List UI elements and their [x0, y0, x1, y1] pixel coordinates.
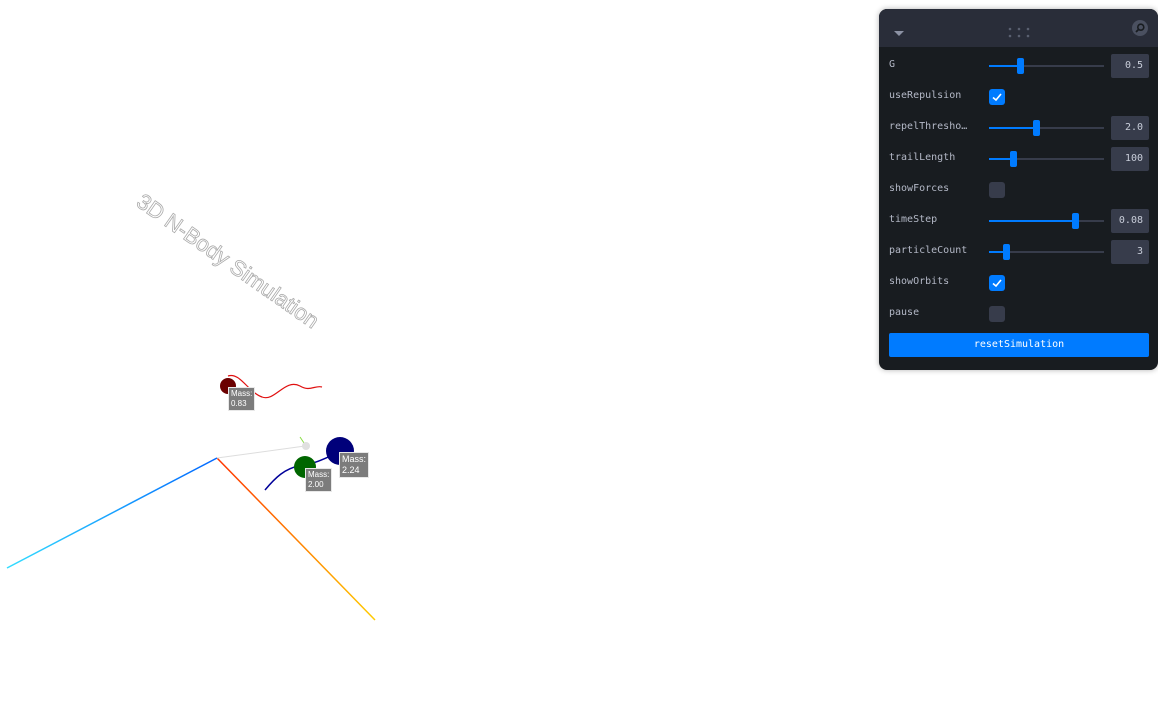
repel-threshold-slider[interactable] [989, 120, 1104, 136]
mass-value: 2.00 [308, 480, 324, 489]
show-orbits-checkbox[interactable] [989, 275, 1005, 291]
particle-count-slider[interactable] [989, 244, 1104, 260]
control-label: trailLength [889, 152, 956, 163]
trail-length-slider[interactable] [989, 151, 1104, 167]
particle-count-value-input[interactable]: 3 [1111, 240, 1149, 264]
control-trail-length: trailLength 100 [889, 147, 1149, 171]
pause-checkbox[interactable] [989, 306, 1005, 322]
control-label: particleCount [889, 245, 968, 256]
show-forces-checkbox[interactable] [989, 182, 1005, 198]
green-body-mass-label: Mass: 2.00 [305, 468, 333, 492]
small-white-body [302, 442, 310, 450]
control-time-step: timeStep 0.08 [889, 209, 1149, 233]
g-value-input[interactable]: 0.5 [1111, 54, 1149, 78]
mass-value: 2.24 [342, 465, 360, 475]
scene-title: 3D N-Body Simulation [132, 189, 324, 334]
use-repulsion-checkbox[interactable] [989, 89, 1005, 105]
control-label: showForces [889, 183, 950, 194]
control-label: G [889, 59, 896, 70]
checkmark-icon [992, 279, 1002, 288]
mass-label-text: Mass: [342, 454, 367, 464]
control-g: G 0.5 [889, 54, 1149, 78]
drag-handle-icon[interactable] [1007, 23, 1031, 38]
panel-header [879, 9, 1158, 47]
control-pause: pause [889, 302, 1149, 326]
search-icon[interactable] [1132, 20, 1148, 36]
chevron-down-icon[interactable] [893, 23, 905, 36]
control-show-forces: showForces [889, 178, 1149, 202]
slider-thumb[interactable] [1033, 120, 1041, 136]
trail-length-value-input[interactable]: 100 [1111, 147, 1149, 171]
red-body-mass-label: Mass: 0.83 [228, 387, 256, 411]
control-particle-count: particleCount 3 [889, 240, 1149, 264]
time-step-value-input[interactable]: 0.08 [1111, 209, 1149, 233]
reference-line [216, 445, 306, 459]
time-step-slider[interactable] [989, 213, 1104, 229]
control-label: useRepulsion [889, 90, 962, 101]
mass-label-text: Mass: [231, 389, 253, 398]
slider-thumb[interactable] [1017, 58, 1025, 74]
blue-body-mass-label: Mass: 2.24 [339, 452, 370, 478]
slider-thumb[interactable] [1003, 244, 1011, 260]
slider-thumb[interactable] [1072, 213, 1080, 229]
control-label: showOrbits [889, 276, 950, 287]
control-label: repelThresho… [889, 121, 968, 132]
g-slider[interactable] [989, 58, 1104, 74]
slider-thumb[interactable] [1010, 151, 1018, 167]
reset-simulation-button[interactable]: resetSimulation [889, 333, 1149, 357]
mass-value: 0.83 [231, 399, 247, 408]
control-show-orbits: showOrbits [889, 271, 1149, 295]
controls-panel: G 0.5 useRepulsion repelThresho… 2.0 tra… [879, 9, 1158, 370]
control-use-repulsion: useRepulsion [889, 85, 1149, 109]
mass-label-text: Mass: [308, 470, 330, 479]
checkmark-icon [992, 93, 1002, 102]
x-axis [216, 457, 376, 621]
z-axis [6, 457, 218, 569]
control-label: timeStep [889, 214, 938, 225]
control-label: pause [889, 307, 920, 318]
repel-threshold-value-input[interactable]: 2.0 [1111, 116, 1149, 140]
control-repel-threshold: repelThresho… 2.0 [889, 116, 1149, 140]
